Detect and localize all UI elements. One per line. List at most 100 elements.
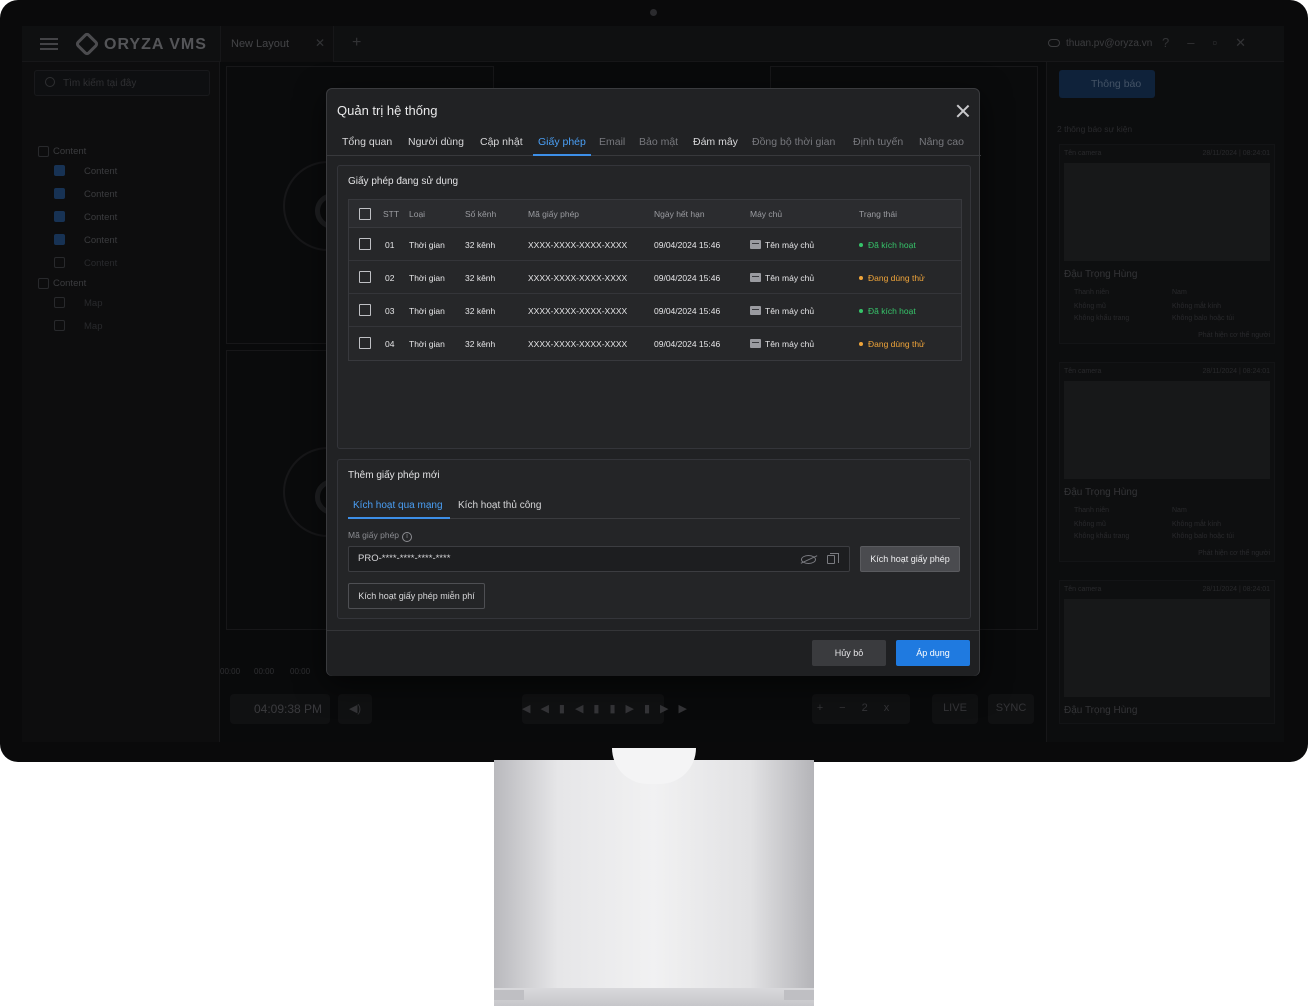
- active-subtab-indicator: [348, 517, 450, 519]
- col-expiry: Ngày hết hạn: [654, 209, 705, 219]
- status-dot: [859, 309, 863, 313]
- tab-routing[interactable]: Định tuyến: [853, 136, 903, 148]
- licenses-title: Giấy phép đang sử dụng: [348, 176, 459, 187]
- tab-advanced[interactable]: Nâng cao: [919, 136, 964, 148]
- cell-expiry: 09/04/2024 15:46: [654, 339, 721, 349]
- cell-stt: 04: [385, 339, 395, 349]
- tab-security[interactable]: Bảo mật: [639, 136, 678, 148]
- cell-channels: 32 kênh: [465, 273, 496, 283]
- cell-channels: 32 kênh: [465, 306, 496, 316]
- row-checkbox[interactable]: [359, 238, 371, 250]
- status-text: Đang dùng thử: [868, 273, 925, 283]
- dialog-footer: Hủy bỏ Áp dụng: [327, 630, 979, 676]
- status-dot: [859, 342, 863, 346]
- close-icon[interactable]: [957, 105, 969, 117]
- dialog-title: Quản trị hệ thống: [337, 103, 438, 118]
- server-name: Tên máy chủ: [765, 306, 815, 316]
- cell-code: XXXX-XXXX-XXXX-XXXX: [528, 240, 628, 250]
- cell-server: Tên máy chủ: [750, 273, 814, 283]
- server-name: Tên máy chủ: [765, 240, 815, 250]
- tab-users[interactable]: Người dùng: [408, 136, 464, 148]
- status-text: Đang dùng thử: [868, 339, 925, 349]
- tab-license[interactable]: Giấy phép: [538, 136, 586, 148]
- server-icon: [750, 273, 761, 282]
- license-key-label: Mã giấy phép i: [348, 530, 413, 542]
- cell-type: Thời gian: [409, 273, 445, 283]
- select-all-checkbox[interactable]: [359, 208, 371, 220]
- row-checkbox[interactable]: [359, 304, 371, 316]
- activate-license-button[interactable]: Kích hoạt giấy phép: [860, 546, 960, 572]
- new-license-panel: Thêm giấy phép mới Kích hoạt qua mạng Kí…: [337, 459, 971, 619]
- license-table: STT Loại Số kênh Mã giấy phép Ngày hết h…: [348, 199, 962, 361]
- cell-code: XXXX-XXXX-XXXX-XXXX: [528, 273, 628, 283]
- info-icon[interactable]: i: [402, 532, 413, 542]
- licenses-panel: Giấy phép đang sử dụng STT Loại Số kênh …: [337, 165, 971, 449]
- server-icon: [750, 240, 761, 249]
- status-badge: Đã kích hoạt: [859, 240, 916, 250]
- table-row[interactable]: 04 Thời gian 32 kênh XXXX-XXXX-XXXX-XXXX…: [349, 327, 961, 360]
- license-key-input[interactable]: [358, 553, 788, 564]
- cell-type: Thời gian: [409, 339, 445, 349]
- tab-online-activation[interactable]: Kích hoạt qua mạng: [353, 500, 443, 511]
- cell-expiry: 09/04/2024 15:46: [654, 273, 721, 283]
- row-checkbox[interactable]: [359, 337, 371, 349]
- row-checkbox[interactable]: [359, 271, 371, 283]
- system-admin-dialog: Quản trị hệ thống Tổng quan Người dùng C…: [326, 88, 981, 676]
- cell-channels: 32 kênh: [465, 240, 496, 250]
- status-badge: Đang dùng thử: [859, 273, 925, 283]
- cell-server: Tên máy chủ: [750, 240, 814, 250]
- tab-email[interactable]: Email: [599, 136, 625, 148]
- col-type: Loại: [409, 209, 426, 219]
- activation-tabs: Kích hoạt qua mạng Kích hoạt thủ công: [348, 494, 960, 519]
- cell-channels: 32 kênh: [465, 339, 496, 349]
- tab-overview[interactable]: Tổng quan: [342, 136, 392, 148]
- eye-off-icon[interactable]: [801, 555, 816, 564]
- col-channels: Số kênh: [465, 209, 497, 219]
- server-name: Tên máy chủ: [765, 273, 815, 283]
- col-server: Máy chủ: [750, 209, 783, 219]
- cell-server: Tên máy chủ: [750, 339, 814, 349]
- server-icon: [750, 339, 761, 348]
- cell-type: Thời gian: [409, 240, 445, 250]
- new-license-title: Thêm giấy phép mới: [348, 470, 440, 481]
- tab-cloud[interactable]: Đám mây: [693, 136, 738, 148]
- table-row[interactable]: 02 Thời gian 32 kênh XXXX-XXXX-XXXX-XXXX…: [349, 261, 961, 294]
- monitor-stand: [494, 760, 814, 1000]
- cell-stt: 02: [385, 273, 395, 283]
- table-header: STT Loại Số kênh Mã giấy phép Ngày hết h…: [349, 200, 961, 228]
- monitor-frame: ORYZA VMS New Layout ✕ + thuan.pv@oryza.…: [0, 0, 1308, 762]
- col-code: Mã giấy phép: [528, 209, 580, 219]
- copy-icon[interactable]: [827, 553, 839, 564]
- status-dot: [859, 243, 863, 247]
- cell-expiry: 09/04/2024 15:46: [654, 306, 721, 316]
- col-stt: STT: [383, 209, 400, 219]
- tab-update[interactable]: Cập nhật: [480, 136, 523, 148]
- apply-button[interactable]: Áp dụng: [896, 640, 970, 666]
- server-icon: [750, 306, 761, 315]
- camera-dot: [650, 9, 657, 16]
- cell-expiry: 09/04/2024 15:46: [654, 240, 721, 250]
- cell-server: Tên máy chủ: [750, 306, 814, 316]
- cell-stt: 01: [385, 240, 395, 250]
- table-row[interactable]: 01 Thời gian 32 kênh XXXX-XXXX-XXXX-XXXX…: [349, 228, 961, 261]
- free-license-button[interactable]: Kích hoạt giấy phép miễn phí: [348, 583, 485, 609]
- status-badge: Đã kích hoạt: [859, 306, 916, 316]
- license-key-field[interactable]: [348, 546, 850, 572]
- cell-code: XXXX-XXXX-XXXX-XXXX: [528, 339, 628, 349]
- status-text: Đã kích hoạt: [868, 306, 916, 316]
- status-badge: Đang dùng thử: [859, 339, 925, 349]
- tab-time-sync[interactable]: Đồng bộ thời gian: [752, 136, 835, 148]
- col-status: Trạng thái: [859, 209, 897, 219]
- active-tab-indicator: [533, 154, 591, 156]
- cell-code: XXXX-XXXX-XXXX-XXXX: [528, 306, 628, 316]
- stand-base: [494, 988, 814, 1006]
- dialog-tabs: Tổng quan Người dùng Cập nhật Giấy phép …: [327, 129, 981, 156]
- table-row[interactable]: 03 Thời gian 32 kênh XXXX-XXXX-XXXX-XXXX…: [349, 294, 961, 327]
- license-key-label-text: Mã giấy phép: [348, 530, 400, 540]
- tab-manual-activation[interactable]: Kích hoạt thủ công: [458, 500, 541, 511]
- cell-stt: 03: [385, 306, 395, 316]
- cell-type: Thời gian: [409, 306, 445, 316]
- cancel-button[interactable]: Hủy bỏ: [812, 640, 886, 666]
- screen: ORYZA VMS New Layout ✕ + thuan.pv@oryza.…: [22, 26, 1284, 742]
- server-name: Tên máy chủ: [765, 339, 815, 349]
